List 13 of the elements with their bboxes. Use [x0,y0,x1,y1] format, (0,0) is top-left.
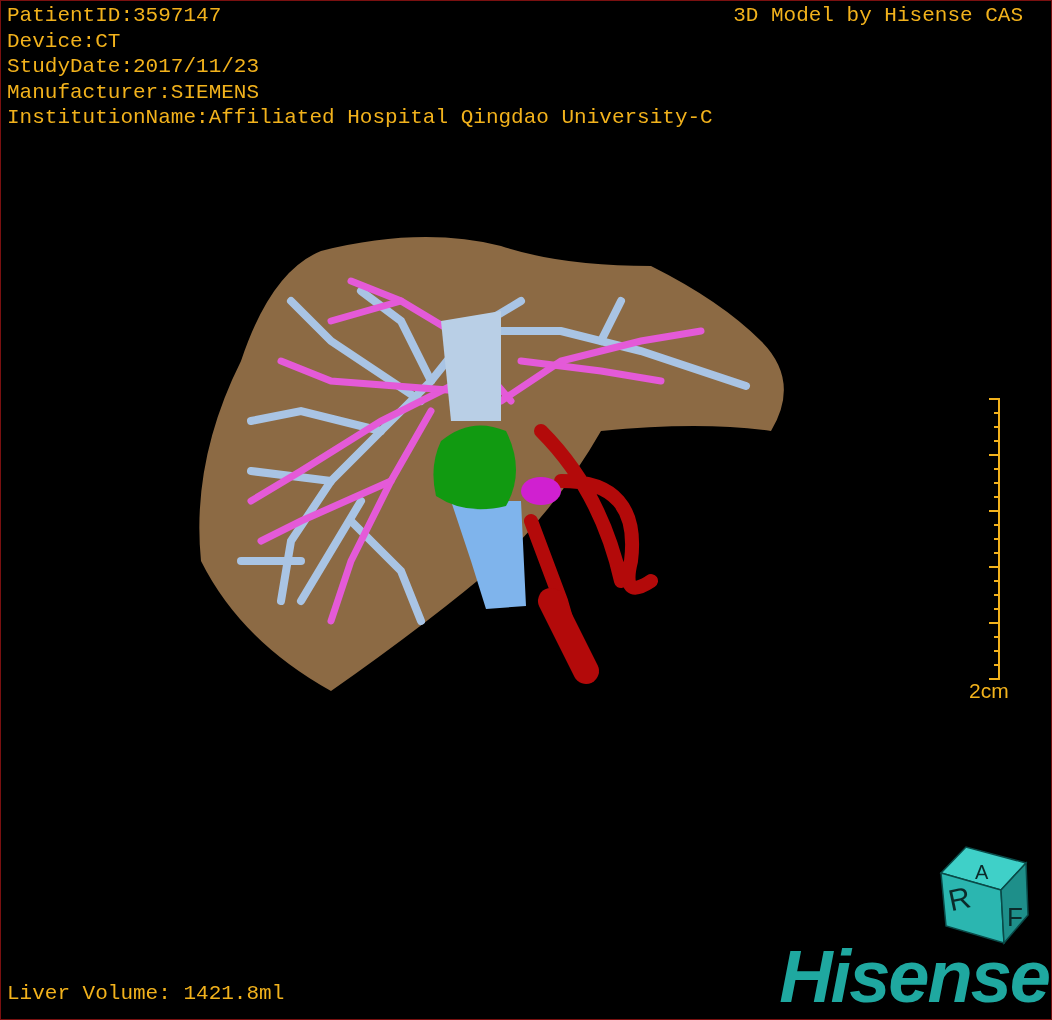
patient-info-text: InstitutionName:Affiliated Hospital Qingdao University-C [7,105,713,131]
3d-viewport[interactable]: R A F PatientID:3597147 Device:CT StudyDate:2017/11/23 Manufacturer:SIEMENS InstitutionName:Affiliated Hospital Qingdao University-C 3D Model by Hisense CAS 2cm Liver Volume: 1421.8ml Hisense [0,0,1052,1020]
scale-bar-label: 2cm [969,679,1009,703]
cube-face-label: A [975,861,989,883]
cube-face-label: F [1007,902,1023,932]
model-credit-text: 3D Model by Hisense CAS [733,3,1023,29]
liver-volume-text: Liver Volume: 1421.8ml [7,982,285,1005]
patient-info-text: PatientID:3597147 [7,3,223,29]
hisense-logo: Hisense [779,937,1049,1017]
patient-info-text: Manufacturer:SIEMENS [7,79,261,105]
cube-face-label: R [945,880,974,918]
patient-info-text: StudyDate:2017/11/23 [7,54,261,80]
patient-info-text: Device:CT [7,28,122,54]
